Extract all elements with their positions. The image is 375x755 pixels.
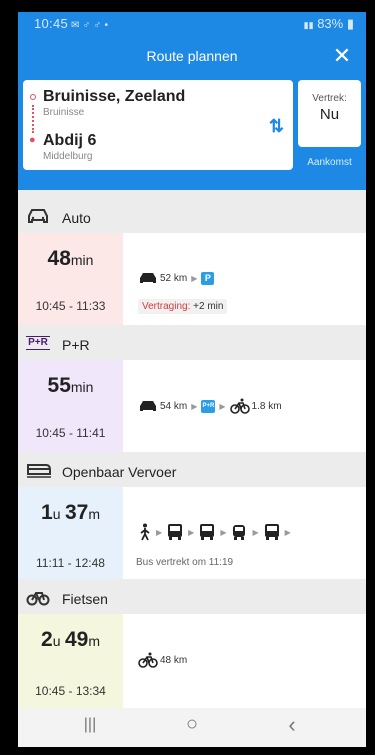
arrival-toggle[interactable]: Aankomst [298, 157, 361, 168]
route-card-auto[interactable]: 48min 10:45 - 11:33 52 km ▶ P Vertraging… [18, 233, 366, 325]
phone-screen: 10:45 ✉ ♂ ♂ • ▮▮ 83% ▮ Route plannen ✕ ● … [18, 12, 366, 747]
back-button[interactable]: ‹ [278, 712, 306, 737]
section-pr: P+R P+R [18, 325, 366, 363]
arrow-icon: ▶ [219, 401, 226, 411]
legs: ▶ ▶ ▶ ▶ ▶ [138, 523, 295, 541]
route-card-pr[interactable]: 55min 10:45 - 11:41 54 km ▶ P+R ▶ 1.8 km [18, 360, 366, 452]
time-range: 11:11 - 12:48 [36, 556, 105, 570]
train-icon [26, 461, 51, 481]
status-icons: ✉ ♂ ♂ • [71, 20, 109, 31]
section-auto: Auto [18, 198, 366, 236]
legs: 52 km ▶ P [138, 271, 215, 285]
bus-icon [166, 523, 184, 541]
duration: 55min [47, 374, 94, 397]
legs: 54 km ▶ P+R ▶ 1.8 km [138, 398, 282, 414]
section-fiets: Fietsen [18, 579, 366, 617]
time-range: 10:45 - 13:34 [35, 684, 106, 698]
arrow-icon: ▶ [191, 401, 198, 411]
car-icon [138, 271, 158, 285]
tram-icon [230, 523, 248, 541]
origin-name: Bruinisse, Zeeland [43, 88, 186, 105]
section-auto-label: Auto [62, 210, 91, 226]
signal-icon: ▮▮ [303, 20, 314, 30]
section-fiets-label: Fietsen [62, 591, 108, 607]
page-title: Route plannen [146, 48, 238, 64]
section-ov: Openbaar Vervoer [18, 452, 366, 490]
car-distance: 52 km [160, 272, 188, 284]
arrow-icon: ▶ [188, 527, 195, 537]
delay-badge: Vertraging: +2 min [138, 299, 228, 314]
arrow-icon: ▶ [220, 527, 227, 537]
departure-note: Bus vertrekt om 11:19 [136, 557, 234, 568]
destination-sub: Middelburg [43, 151, 93, 162]
bicycle-icon [229, 398, 250, 414]
time-range: 10:45 - 11:33 [35, 299, 106, 313]
destination-pin-icon: ● [29, 134, 36, 146]
origin-field[interactable]: Bruinisse, Zeeland Bruinisse [43, 88, 185, 118]
close-button[interactable]: ✕ [328, 42, 356, 70]
titlebar: Route plannen ✕ [18, 42, 366, 72]
duration: 1u 37m [41, 501, 100, 524]
arrow-icon: ▶ [156, 527, 163, 537]
car-distance: 54 km [160, 400, 188, 412]
origin-sub: Bruinisse [43, 107, 85, 118]
route-card-fiets[interactable]: 2u 49m 10:45 - 13:34 48 km [18, 614, 366, 708]
arrow-icon: ▶ [191, 273, 198, 283]
bicycle-icon [26, 588, 50, 608]
walk-icon [138, 523, 152, 541]
departure-value: Nu [319, 106, 340, 123]
system-nav-bar: ||| ○ ‹ [18, 708, 366, 747]
park-ride-badge-icon: P+R [201, 399, 216, 413]
recents-button[interactable]: ||| [76, 716, 104, 738]
header: 10:45 ✉ ♂ ♂ • ▮▮ 83% ▮ Route plannen ✕ ● … [18, 12, 366, 190]
status-time: 10:45 ✉ ♂ ♂ • [34, 16, 109, 31]
arrow-icon: ▶ [252, 527, 259, 537]
route-box: ● Bruinisse, Zeeland Bruinisse Abdij 6 M… [23, 80, 293, 170]
duration: 48min [47, 247, 94, 270]
bicycle-icon [138, 652, 158, 668]
car-icon [138, 399, 158, 413]
battery-level: 83% [317, 16, 344, 31]
destination-field[interactable]: Abdij 6 Middelburg [43, 132, 96, 162]
duration: 2u 49m [41, 628, 100, 651]
bus-icon [263, 523, 281, 541]
status-bar: 10:45 ✉ ♂ ♂ • ▮▮ 83% ▮ [18, 12, 366, 36]
arrow-icon: ▶ [284, 527, 291, 537]
destination-name: Abdij 6 [43, 132, 97, 149]
status-right: ▮▮ 83% ▮ [304, 16, 354, 32]
car-icon [26, 207, 50, 227]
legs: 48 km [138, 652, 187, 668]
home-button[interactable]: ○ [178, 713, 206, 735]
section-ov-label: Openbaar Vervoer [62, 464, 177, 480]
section-pr-label: P+R [62, 337, 90, 353]
departure-selector[interactable]: Vertrek: Nu [298, 80, 361, 147]
departure-label: Vertrek: [312, 93, 347, 104]
route-dotted-line [32, 105, 34, 133]
parking-icon: P [201, 271, 215, 285]
bike-distance: 1.8 km [251, 400, 282, 412]
bus-icon [198, 523, 216, 541]
origin-dot-icon [30, 94, 36, 100]
park-ride-icon: P+R [26, 336, 50, 350]
time-range: 10:45 - 11:41 [35, 426, 106, 440]
swap-button[interactable]: ⇅ [269, 116, 284, 137]
battery-icon: ▮ [346, 16, 354, 31]
bike-distance: 48 km [160, 654, 188, 666]
route-card-ov[interactable]: 1u 37m 11:11 - 12:48 ▶ ▶ ▶ ▶ ▶ Bus vertr… [18, 487, 366, 579]
